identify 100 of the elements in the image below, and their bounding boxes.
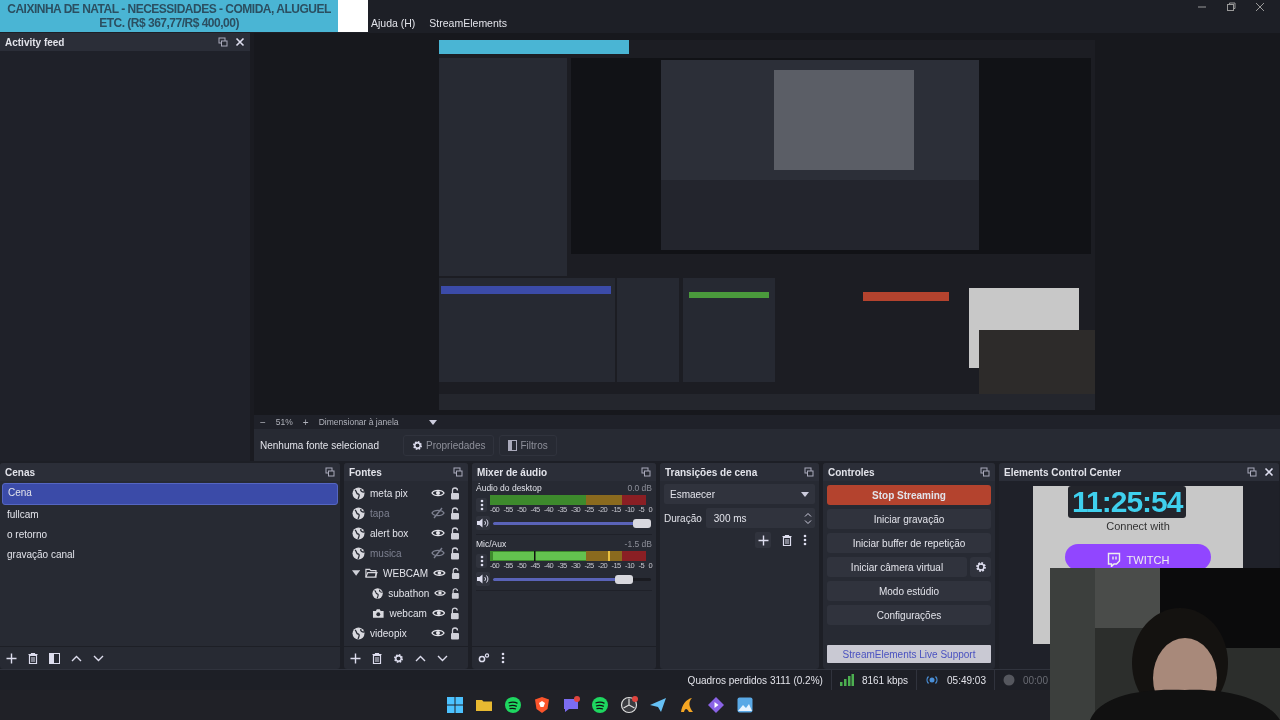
control-button[interactable]: Iniciar gravação: [827, 509, 991, 529]
scene-item[interactable]: o retorno: [2, 525, 338, 545]
volume-handle[interactable]: [614, 574, 633, 584]
chat-bubble-icon[interactable]: [562, 696, 580, 714]
trash-icon[interactable]: [372, 652, 382, 664]
lock-icon[interactable]: [450, 566, 460, 580]
source-item[interactable]: tapa: [346, 503, 466, 523]
countdown-timer: 11:25:54: [1068, 486, 1187, 518]
diamond-icon[interactable]: [707, 696, 725, 714]
eye-icon[interactable]: [431, 607, 446, 619]
scene-item[interactable]: Cena: [2, 483, 338, 505]
connect-heading: Connect with: [1106, 520, 1170, 532]
undock-icon[interactable]: [804, 467, 814, 477]
wave-circle-icon[interactable]: [504, 696, 522, 714]
zoom-out-button[interactable]: −: [260, 416, 266, 428]
dock-title: Transições de cena: [665, 466, 758, 478]
maximize-icon[interactable]: [1226, 2, 1236, 12]
source-label: videopix: [370, 627, 408, 639]
lock-icon[interactable]: [450, 526, 460, 540]
control-button[interactable]: Modo estúdio: [827, 581, 991, 601]
source-item[interactable]: musica: [346, 543, 466, 563]
wave-circle-icon[interactable]: [591, 696, 609, 714]
control-button[interactable]: Configurações: [827, 605, 991, 625]
move-up-icon[interactable]: [415, 654, 426, 662]
source-label: alert box: [370, 527, 410, 539]
eye-icon[interactable]: [433, 567, 446, 579]
lock-icon[interactable]: [450, 506, 460, 520]
bitrate: 8161 kbps: [861, 674, 909, 686]
twitch-button[interactable]: TWITCH: [1065, 544, 1211, 570]
source-item[interactable]: WEBCAM: [346, 563, 466, 583]
mute-button[interactable]: [476, 516, 490, 530]
gears-icon[interactable]: [478, 653, 490, 663]
volume-reading: 0.0 dB: [627, 483, 652, 493]
lock-icon[interactable]: [451, 586, 460, 600]
scene-item[interactable]: fullcam: [2, 505, 338, 525]
decrement-icon[interactable]: [804, 519, 812, 525]
more-icon[interactable]: [501, 652, 505, 664]
eye-icon[interactable]: [431, 627, 445, 639]
settings-icon[interactable]: [412, 439, 423, 451]
eye-crossed-icon[interactable]: [431, 507, 445, 519]
trash-icon[interactable]: [28, 652, 38, 664]
properties-button[interactable]: Propriedades: [403, 434, 495, 456]
menu-item[interactable]: Ajuda (H): [371, 4, 416, 29]
zoom-in-button[interactable]: +: [302, 416, 309, 428]
scene-item[interactable]: gravação canal: [2, 545, 338, 565]
stop-streaming-button[interactable]: Stop Streaming: [827, 485, 991, 505]
eye-icon[interactable]: [434, 587, 447, 599]
flame-icon[interactable]: [678, 696, 696, 714]
dock-title: Mixer de áudio: [477, 466, 547, 478]
lock-icon[interactable]: [450, 606, 460, 620]
source-label: WEBCAM: [383, 567, 429, 579]
undock-icon[interactable]: [641, 467, 651, 477]
eye-crossed-icon[interactable]: [431, 547, 445, 559]
undock-icon[interactable]: [1247, 467, 1257, 477]
channel-name: Mic/Aux: [476, 539, 507, 549]
volume-slider[interactable]: [493, 574, 651, 584]
trash-icon[interactable]: [782, 534, 792, 546]
undock-icon[interactable]: [980, 467, 990, 477]
undock-icon[interactable]: [453, 467, 463, 477]
lock-icon[interactable]: [450, 546, 460, 560]
filters-button[interactable]: Filtros: [499, 434, 557, 456]
undock-icon[interactable]: [325, 467, 335, 477]
live-support-button[interactable]: StreamElements Live Support: [827, 645, 991, 663]
move-up-icon[interactable]: [71, 654, 82, 662]
image-icon[interactable]: [736, 696, 754, 714]
shield-icon[interactable]: [533, 696, 551, 714]
source-item[interactable]: meta pix: [346, 483, 466, 503]
add-icon[interactable]: [350, 652, 361, 664]
mute-button[interactable]: [476, 572, 490, 586]
dropdown-arrow-icon[interactable]: [428, 419, 437, 425]
dial-icon[interactable]: [620, 696, 638, 714]
filter-icon[interactable]: [49, 652, 60, 664]
duration-field[interactable]: 300 ms: [705, 508, 815, 528]
lock-icon[interactable]: [450, 486, 460, 500]
tiles-icon[interactable]: [446, 696, 464, 714]
more-icon[interactable]: [803, 534, 807, 546]
source-item[interactable]: videopix: [346, 623, 466, 643]
eye-icon[interactable]: [431, 527, 445, 539]
zoom-mode-dropdown[interactable]: Dimensionar à janela: [318, 417, 399, 427]
move-down-icon[interactable]: [93, 654, 104, 662]
add-icon[interactable]: [6, 652, 17, 664]
caret-icon[interactable]: [352, 570, 361, 576]
volume-handle[interactable]: [633, 518, 651, 528]
paper-plane-icon[interactable]: [649, 696, 667, 714]
globe-icon: [352, 526, 365, 540]
move-down-icon[interactable]: [437, 654, 448, 662]
transition-dropdown[interactable]: Esmaecer: [664, 484, 815, 504]
volume-slider[interactable]: [493, 518, 651, 528]
source-item[interactable]: webcam: [346, 603, 466, 623]
lock-icon[interactable]: [450, 626, 460, 640]
control-button[interactable]: Iniciar câmera virtual: [827, 557, 967, 577]
close-icon[interactable]: [1255, 2, 1265, 12]
source-item[interactable]: alert box: [346, 523, 466, 543]
control-button[interactable]: Iniciar buffer de repetição: [827, 533, 991, 553]
settings-icon[interactable]: [393, 652, 404, 664]
undock-icon[interactable]: [218, 37, 228, 47]
eye-icon[interactable]: [431, 487, 445, 499]
menu-item[interactable]: StreamElements: [429, 4, 507, 29]
source-item[interactable]: subathon: [346, 583, 466, 603]
increment-icon[interactable]: [804, 511, 812, 517]
